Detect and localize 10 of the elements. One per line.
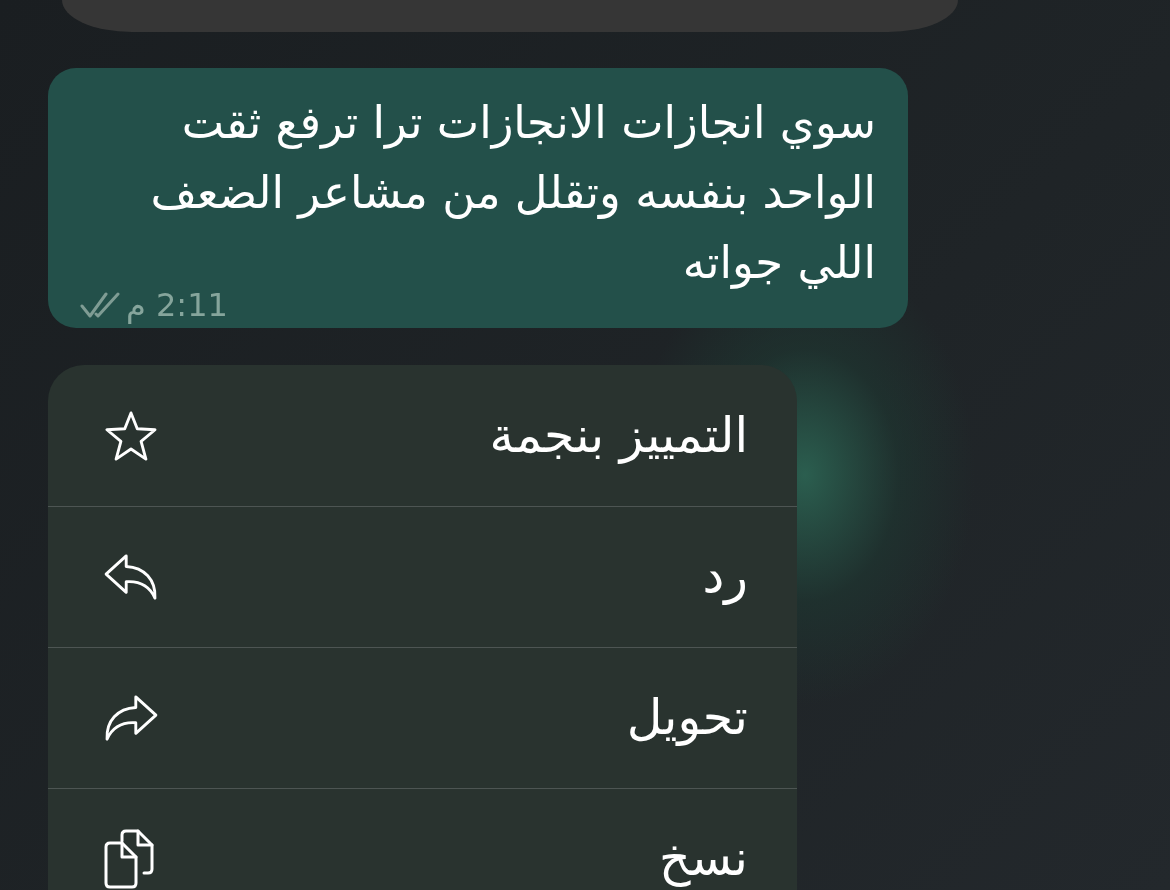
message-time: 2:11 م: [126, 288, 228, 322]
copy-documents-icon: [104, 829, 154, 889]
forward-arrow-icon: [104, 695, 158, 741]
menu-item[interactable]: تحويل: [48, 647, 797, 788]
menu-item[interactable]: التمييز بنجمة: [48, 365, 797, 506]
reply-arrow-icon: [104, 554, 158, 600]
star-icon: [104, 410, 158, 461]
menu-item[interactable]: نسخ: [48, 788, 797, 890]
menu-item[interactable]: رد: [48, 506, 797, 647]
message-text: سوي انجازات الانجازات ترا ترفع ثقت الواحد بنفسه وتقلل من مشاعر الضعف اللي جواته: [150, 96, 876, 289]
